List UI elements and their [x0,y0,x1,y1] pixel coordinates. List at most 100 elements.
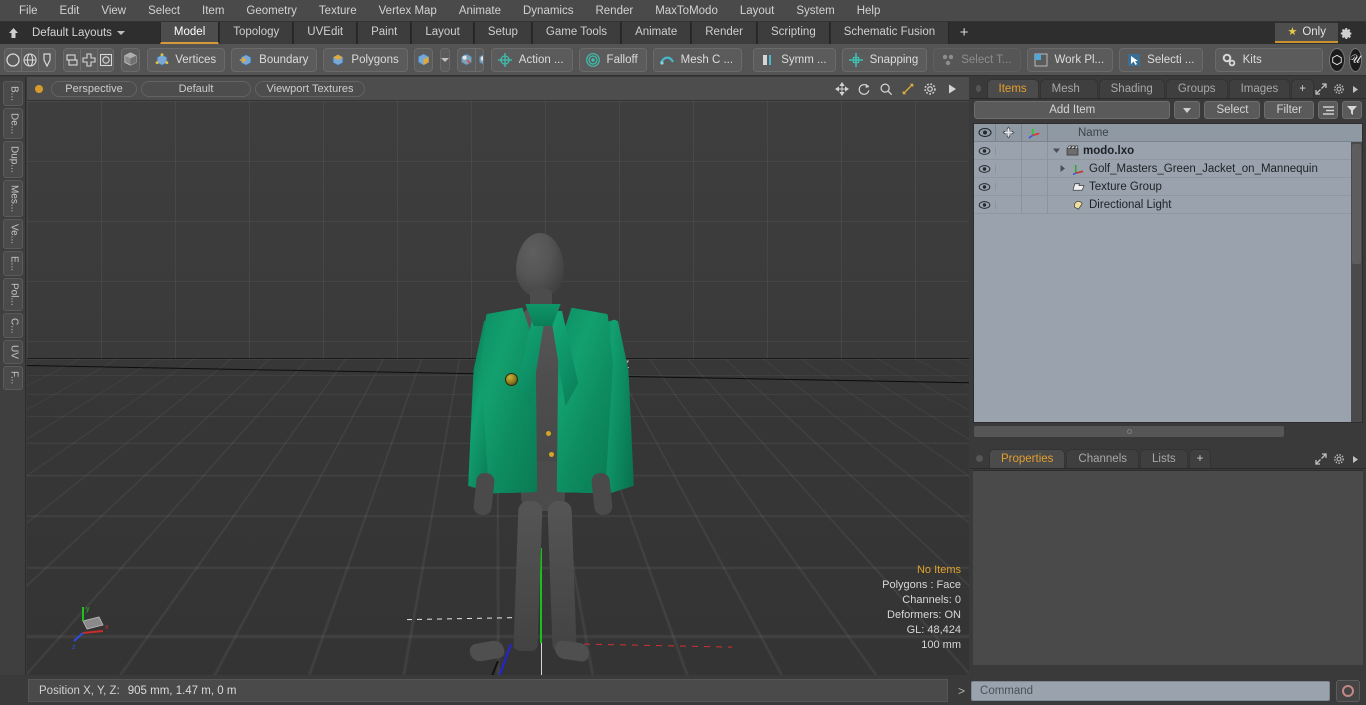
symmetry-dropdown[interactable]: Symm ... [753,48,835,72]
pen-icon[interactable] [39,49,56,71]
symmetry-cross-icon[interactable] [81,49,98,71]
properties-panel-indicator-dot[interactable] [976,455,983,462]
left-rail-tab-uv[interactable]: UV [3,340,23,364]
row-axis-cell[interactable] [1022,160,1048,178]
work-plane-dropdown[interactable]: Work Pl... [1027,48,1114,72]
items-tree-hscrollbar[interactable] [973,425,1363,438]
menu-item-help[interactable]: Help [846,0,892,22]
menu-item-select[interactable]: Select [137,0,191,22]
rotate-icon[interactable] [856,81,871,96]
menu-item-item[interactable]: Item [191,0,235,22]
add-layout-tab-button[interactable]: + [949,22,979,44]
menu-item-animate[interactable]: Animate [448,0,512,22]
circle-icon[interactable] [5,49,22,71]
globe-icon[interactable] [22,49,39,71]
menu-item-geometry[interactable]: Geometry [235,0,308,22]
items-tree-vscroll-thumb[interactable] [1352,144,1361,264]
menu-item-dynamics[interactable]: Dynamics [512,0,584,22]
left-rail-tab-deform[interactable]: De... [3,108,23,139]
tab-items[interactable]: Items [987,79,1039,98]
tab-model[interactable]: Model [160,22,219,44]
menu-item-edit[interactable]: Edit [49,0,91,22]
funnel-icon[interactable] [1342,101,1362,119]
tree-item-texture-group[interactable]: Texture Group [1048,181,1362,193]
unreal-badge-icon[interactable]: 𝒰 [1349,48,1362,72]
viewport-textures-dropdown[interactable]: Viewport Textures [255,81,365,97]
selection-mode-vertices[interactable]: Vertices [147,48,225,72]
tab-topology[interactable]: Topology [219,22,293,44]
left-rail-tab-vertex[interactable]: Ve... [3,219,23,249]
viewport-style-dropdown[interactable]: Default [141,81,251,97]
tab-paint[interactable]: Paint [357,22,411,44]
play-icon[interactable] [944,81,959,96]
left-rail-tab-curve[interactable]: C... [3,313,23,339]
left-rail-tab-edge[interactable]: E... [3,251,23,276]
row-move-cell[interactable] [996,196,1022,214]
add-properties-tab-button[interactable]: + [1189,449,1212,468]
viewport-3d-canvas[interactable]: -Z [27,101,969,675]
record-icon[interactable] [1336,680,1360,702]
boolean-icon[interactable] [98,49,115,71]
tab-setup[interactable]: Setup [474,22,532,44]
gear-icon[interactable] [1333,83,1345,95]
tab-properties[interactable]: Properties [989,449,1065,468]
expand-icon[interactable] [1315,83,1327,95]
cube-icon[interactable] [121,48,140,72]
add-item-dropdown[interactable] [1174,101,1200,119]
twisty-down-icon[interactable] [1052,146,1062,155]
menu-item-file[interactable]: File [8,0,49,22]
falloff-dropdown[interactable]: Falloff [579,48,647,72]
selection-mode-boundary[interactable]: Boundary [231,48,317,72]
row-move-cell[interactable] [996,178,1022,196]
items-filter-button[interactable]: Filter [1264,101,1314,119]
tree-item-mesh[interactable]: Golf_Masters_Green_Jacket_on_Mannequin [1048,163,1362,175]
add-items-tab-button[interactable]: + [1291,79,1314,98]
eye-icon[interactable] [974,124,996,141]
items-tree-hscroll-thumb[interactable] [974,426,1284,437]
tab-mesh-ops[interactable]: Mesh Ops [1040,79,1098,98]
command-input[interactable]: Command [971,681,1330,701]
left-rail-tab-fusion[interactable]: F... [3,366,23,389]
left-rail-tab-mesh[interactable]: Mes... [3,180,23,217]
gear-icon[interactable] [1333,453,1345,465]
twisty-right-icon[interactable] [1058,164,1068,173]
menu-item-texture[interactable]: Texture [308,0,368,22]
row-axis-cell[interactable] [1022,142,1048,160]
zoom-icon[interactable] [878,81,893,96]
expand-icon[interactable] [1315,453,1327,465]
home-up-icon[interactable] [0,22,26,44]
menu-item-maxtomodo[interactable]: MaxToModo [644,0,729,22]
row-axis-cell[interactable] [1022,178,1048,196]
add-item-button[interactable]: Add Item [974,101,1170,119]
row-visibility-toggle[interactable] [974,201,996,209]
tab-game-tools[interactable]: Game Tools [532,22,621,44]
menu-item-system[interactable]: System [785,0,845,22]
table-row[interactable]: Texture Group [974,178,1362,196]
tab-scripting[interactable]: Scripting [757,22,830,44]
tab-shading[interactable]: Shading [1099,79,1165,98]
viewport-indicator-dot[interactable] [35,85,43,93]
paint-cube-a-icon[interactable] [458,49,476,71]
tab-channels[interactable]: Channels [1066,449,1139,468]
menu-item-layout[interactable]: Layout [729,0,786,22]
menu-item-view[interactable]: View [90,0,137,22]
properties-panel-body[interactable] [973,470,1363,665]
items-tree-vscrollbar[interactable] [1351,142,1362,422]
tab-groups[interactable]: Groups [1166,79,1228,98]
fit-icon[interactable] [900,81,915,96]
selection-mode-polygons[interactable]: Polygons [323,48,407,72]
left-rail-tab-basic[interactable]: B... [3,81,23,106]
table-row[interactable]: modo.lxo [974,142,1362,160]
items-select-button[interactable]: Select [1204,101,1260,119]
menu-item-render[interactable]: Render [584,0,644,22]
row-move-cell[interactable] [996,142,1022,160]
table-row[interactable]: Golf_Masters_Green_Jacket_on_Mannequin [974,160,1362,178]
menu-item-vertex-map[interactable]: Vertex Map [368,0,448,22]
select-through-dropdown[interactable]: Select T... [933,48,1020,72]
mannequin-with-jacket-model[interactable] [27,101,969,675]
action-center-dropdown[interactable]: Action ... [491,48,573,72]
paint-cube-b-icon[interactable] [476,49,484,71]
viewport-projection-dropdown[interactable]: Perspective [51,81,137,97]
axis-icon[interactable] [1022,124,1048,141]
default-layouts-dropdown[interactable]: Default Layouts [26,27,131,39]
